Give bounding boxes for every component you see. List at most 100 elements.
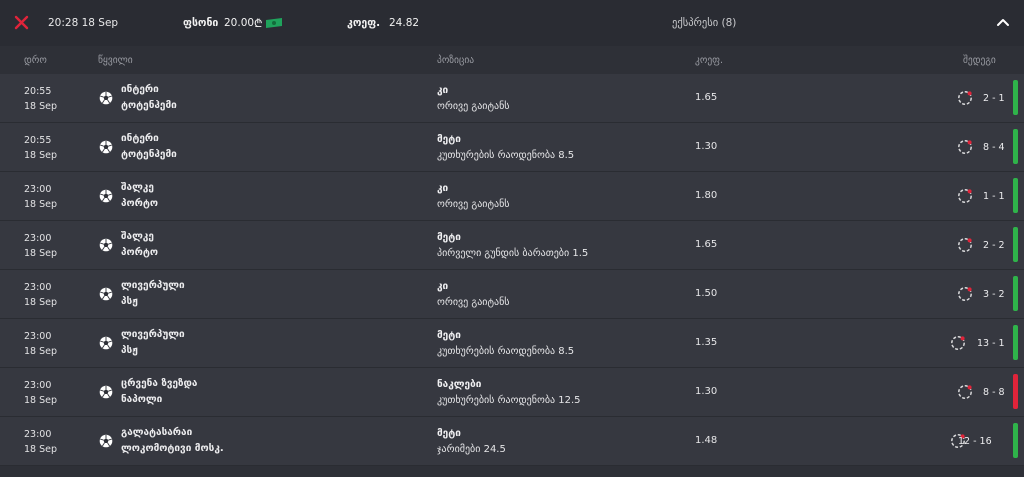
football-icon	[99, 91, 113, 105]
away-team: პორტო	[121, 198, 159, 209]
bet-position: მეტი კუთხურების რაოდენობა 8.5	[437, 328, 574, 360]
event-hour: 20:55	[24, 86, 52, 97]
odd-value: 1.80	[695, 190, 718, 201]
market-label: ჯარიმები 24.5	[437, 444, 506, 455]
market-label: კუთხურების რაოდენობა 12.5	[437, 395, 581, 406]
event-date: 18 Sep	[24, 199, 58, 210]
away-team: ტოტენჰემი	[121, 149, 177, 160]
event-date: 18 Sep	[24, 346, 58, 357]
bet-position: მეტი ჯარიმები 24.5	[437, 426, 506, 458]
result-status-bar	[1013, 80, 1018, 115]
bet-position: მეტი პირველი გუნდის ბარათები 1.5	[437, 230, 588, 262]
final-score: 8 - 8	[983, 387, 1005, 398]
bet-position: კი ორივე გაიტანს	[437, 181, 510, 213]
event-time: 20:55 18 Sep	[24, 133, 57, 163]
match-teams[interactable]: ლივერპული პსჟ	[121, 278, 185, 310]
final-score: 3 - 2	[983, 289, 1005, 300]
bet-row[interactable]: 23:00 18 Sep ლივერპული პსჟ კი ორივე გაიტანს 1.…	[0, 270, 1024, 319]
pick-label: მეტი	[437, 232, 461, 243]
football-icon	[99, 140, 113, 154]
event-hour: 23:00	[24, 233, 52, 244]
match-teams[interactable]: ცრვენა ზვეზდა ნაპოლი	[121, 376, 197, 408]
event-hour: 23:00	[24, 282, 52, 293]
match-finished-icon	[957, 90, 973, 106]
event-time: 23:00 18 Sep	[24, 378, 57, 408]
event-date: 18 Sep	[24, 395, 58, 406]
market-label: ორივე გაიტანს	[437, 199, 510, 210]
event-date: 18 Sep	[24, 150, 58, 161]
match-teams[interactable]: შალკე პორტო	[121, 180, 158, 212]
bet-row[interactable]: 20:55 18 Sep ინტერი ტოტენჰემი კი ორივე გაიტან…	[0, 74, 1024, 123]
currency-symbol: ₾	[254, 17, 263, 30]
bet-header[interactable]: 20:28 18 Sep ფსონი 20.00 ₾ კოეფ. 24.82 ე…	[0, 0, 1024, 46]
bet-position: ნაკლები კუთხურების რაოდენობა 12.5	[437, 377, 581, 409]
event-hour: 23:00	[24, 331, 52, 342]
event-time: 23:00 18 Sep	[24, 280, 57, 310]
match-teams[interactable]: ინტერი ტოტენჰემი	[121, 131, 177, 163]
result-status-bar	[1013, 325, 1018, 360]
result-status-bar	[1013, 178, 1018, 213]
home-team: ლივერპული	[121, 280, 185, 291]
odd-value: 1.30	[695, 386, 718, 397]
football-icon	[99, 287, 113, 301]
football-icon	[99, 189, 113, 203]
odd-value: 1.65	[695, 239, 718, 250]
home-team: შალკე	[121, 182, 154, 193]
away-team: ლოკომოტივი მოსკ.	[121, 443, 224, 454]
col-coef: კოეფ.	[695, 55, 723, 66]
total-coef-label: კოეფ.	[347, 17, 381, 29]
bet-position: მეტი კუთხურების რაოდენობა 8.5	[437, 132, 574, 164]
event-time: 23:00 18 Sep	[24, 182, 57, 212]
result-status-bar	[1013, 276, 1018, 311]
bet-row[interactable]: 23:00 18 Sep გალატასარაი ლოკომოტივი მოსკ. მე…	[0, 417, 1024, 466]
bet-row[interactable]: 23:00 18 Sep შალკე პორტო კი ორივე გაიტანს 1.80…	[0, 172, 1024, 221]
stake-value: 20.00	[224, 17, 255, 29]
event-hour: 20:55	[24, 135, 52, 146]
match-finished-icon	[957, 188, 973, 204]
market-label: ორივე გაიტანს	[437, 297, 510, 308]
odd-value: 1.50	[695, 288, 718, 299]
away-team: ნაპოლი	[121, 394, 163, 405]
match-finished-icon	[957, 384, 973, 400]
home-team: შალკე	[121, 231, 154, 242]
event-date: 18 Sep	[24, 101, 58, 112]
bet-row[interactable]: 20:55 18 Sep ინტერი ტოტენჰემი მეტი კუთხურების…	[0, 123, 1024, 172]
result-status-bar	[1013, 374, 1018, 409]
away-team: პსჟ	[121, 345, 138, 356]
col-results: შედეგი	[963, 55, 996, 66]
bet-row[interactable]: 23:00 18 Sep ცრვენა ზვეზდა ნაპოლი ნაკლები კუთ…	[0, 368, 1024, 417]
market-label: პირველი გუნდის ბარათები 1.5	[437, 248, 589, 259]
match-teams[interactable]: ინტერი ტოტენჰემი	[121, 82, 177, 114]
odd-value: 1.30	[695, 141, 718, 152]
market-label: ორივე გაიტანს	[437, 101, 510, 112]
bet-row[interactable]: 23:00 18 Sep ლივერპული პსჟ მეტი კუთხურების რა…	[0, 319, 1024, 368]
football-icon	[99, 434, 113, 448]
odd-value: 1.65	[695, 92, 718, 103]
bet-row[interactable]: 23:00 18 Sep შალკე პორტო მეტი პირველი გუნდის …	[0, 221, 1024, 270]
bet-position: კი ორივე გაიტანს	[437, 83, 510, 115]
final-score: 13 - 1	[977, 338, 1005, 349]
bet-position: კი ორივე გაიტანს	[437, 279, 510, 311]
bet-rows: 20:55 18 Sep ინტერი ტოტენჰემი კი ორივე გაიტან…	[0, 74, 1024, 466]
match-teams[interactable]: ლივერპული პსჟ	[121, 327, 185, 359]
event-time: 20:55 18 Sep	[24, 84, 57, 114]
away-team: პორტო	[121, 247, 159, 258]
result-status-bar	[1013, 129, 1018, 164]
home-team: ინტერი	[121, 84, 159, 95]
match-teams[interactable]: გალატასარაი ლოკომოტივი მოსკ.	[121, 425, 224, 457]
event-date: 18 Sep	[24, 444, 58, 455]
chevron-up-icon[interactable]	[996, 16, 1010, 28]
column-header: დრო წყვილი პოზიცია კოეფ. შედეგი	[0, 46, 1024, 74]
event-time: 23:00 18 Sep	[24, 329, 57, 359]
stake-label: ფსონი	[183, 17, 219, 29]
match-teams[interactable]: შალკე პორტო	[121, 229, 158, 261]
home-team: ინტერი	[121, 133, 159, 144]
final-score: 12 - 16	[958, 436, 992, 447]
total-coef-value: 24.82	[389, 17, 420, 29]
close-icon[interactable]	[14, 15, 29, 30]
event-date: 18 Sep	[24, 297, 58, 308]
away-team: ტოტენჰემი	[121, 100, 177, 111]
final-score: 2 - 2	[983, 240, 1005, 251]
home-team: ლივერპული	[121, 329, 185, 340]
match-finished-icon	[950, 335, 966, 351]
